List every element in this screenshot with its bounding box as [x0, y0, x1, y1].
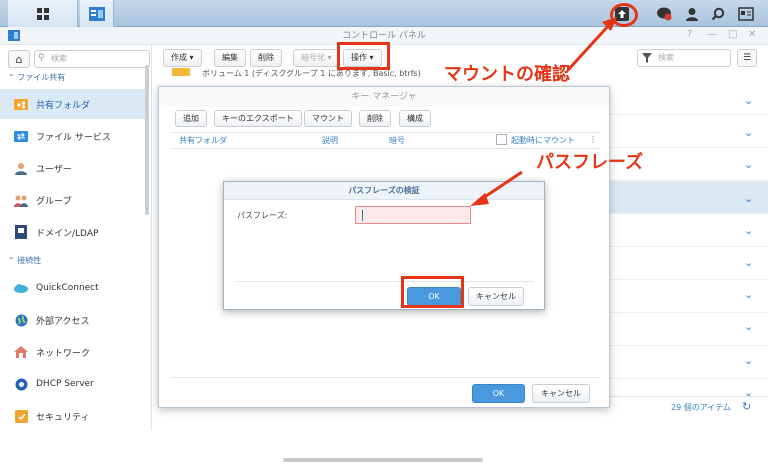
annotation-passphrase: パスフレーズ: [536, 152, 644, 173]
home-indicator: [283, 458, 483, 462]
annotation-arrows: [470, 17, 617, 206]
arrow-to-notification: [566, 22, 612, 72]
annotation-mount-check: マウントの確認: [444, 64, 570, 85]
arrow-to-passphrase: [479, 170, 523, 202]
